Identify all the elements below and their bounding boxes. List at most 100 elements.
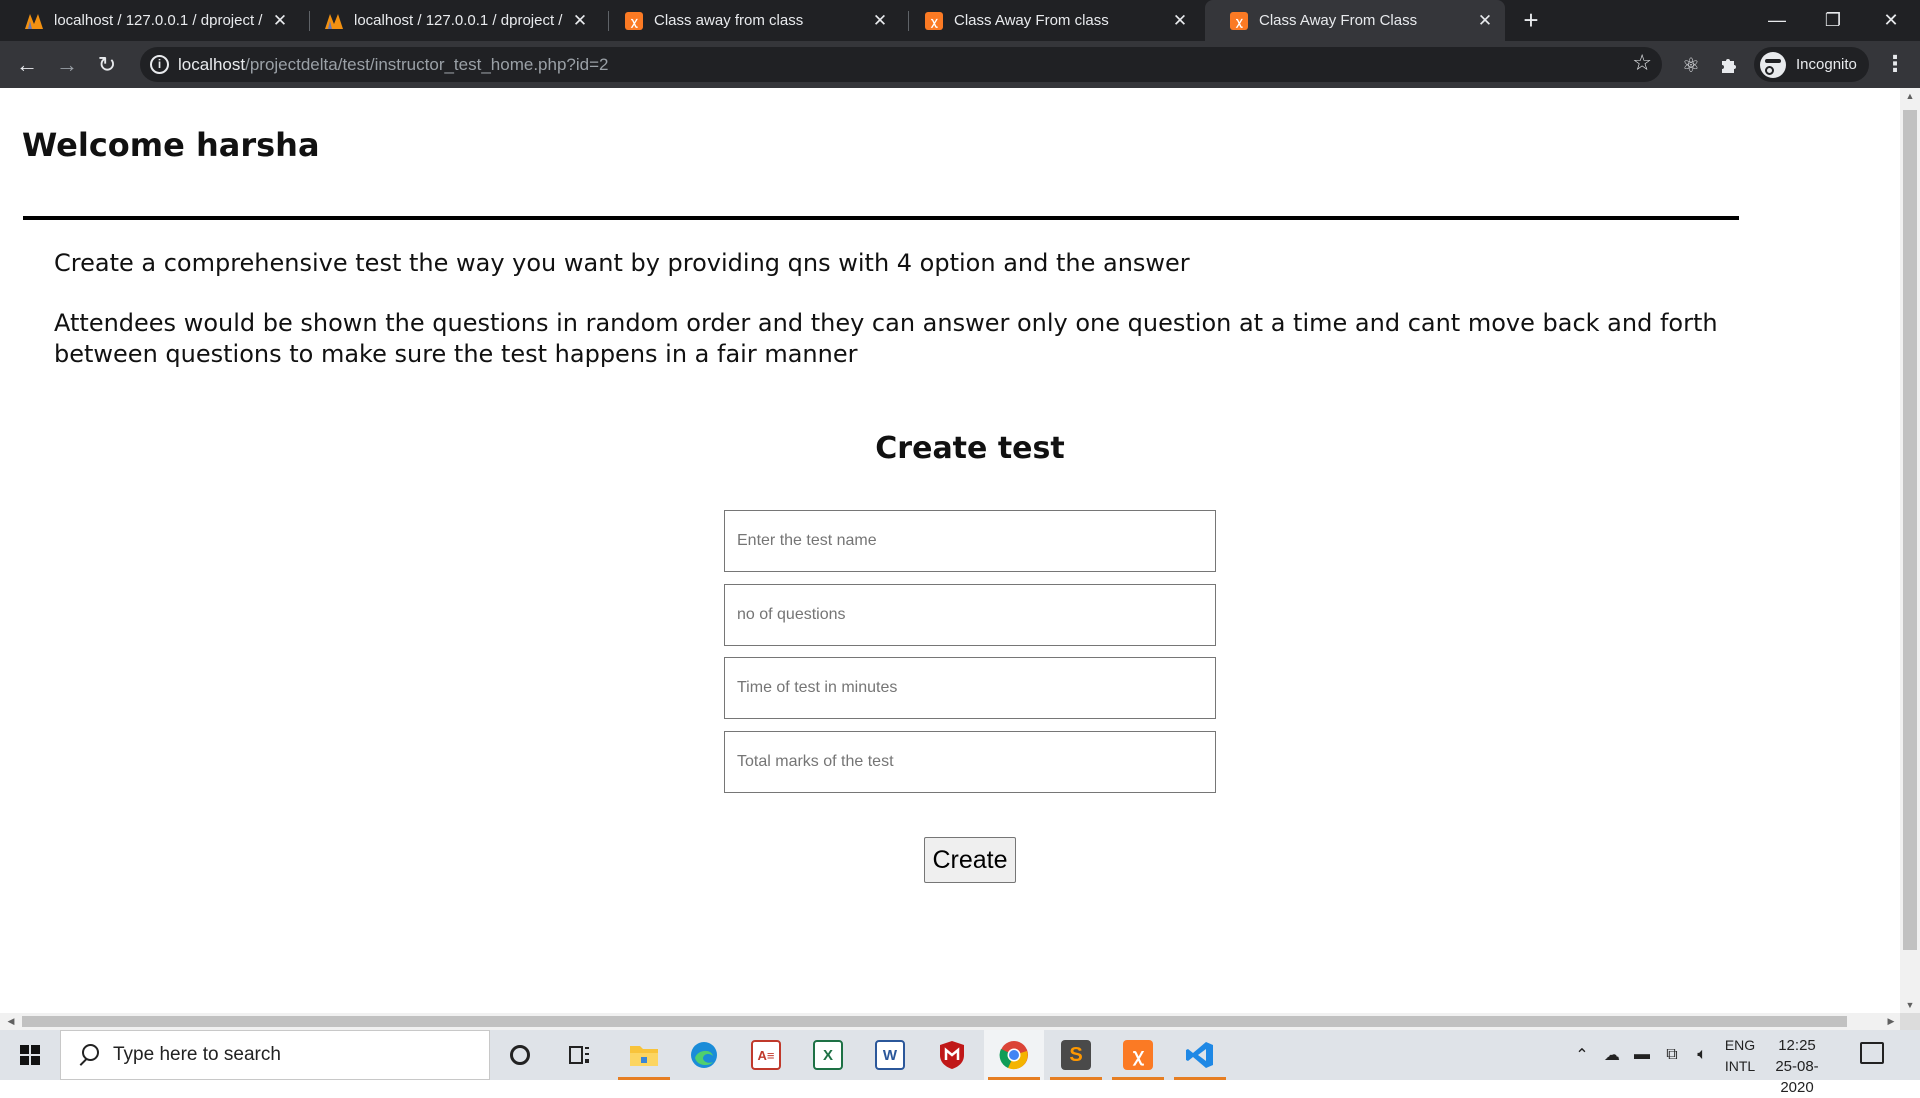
scroll-left-icon[interactable]: ◀ bbox=[2, 1013, 20, 1030]
browser-tab-strip: localhost / 127.0.0.1 / dproject / ✕ loc… bbox=[0, 0, 1920, 41]
xampp-icon: ꭓ bbox=[1123, 1040, 1153, 1070]
horizontal-scrollbar[interactable]: ◀ ▶ bbox=[0, 1013, 1900, 1030]
site-info-icon[interactable]: i bbox=[150, 55, 169, 74]
page-viewport: Welcome harsha Create a comprehensive te… bbox=[0, 88, 1900, 1013]
vscode-app[interactable] bbox=[1170, 1030, 1230, 1080]
scrollbar-corner bbox=[1900, 1013, 1920, 1030]
task-view-icon bbox=[569, 1046, 589, 1064]
browser-tab[interactable]: localhost / 127.0.0.1 / dproject / ✕ bbox=[300, 0, 600, 41]
cortana-button[interactable] bbox=[490, 1030, 550, 1080]
browser-menu-icon[interactable]: ⋮ bbox=[1884, 50, 1906, 80]
svg-text:ꭓ: ꭓ bbox=[1235, 16, 1243, 28]
new-tab-button[interactable]: + bbox=[1518, 7, 1544, 34]
reload-button[interactable]: ↻ bbox=[90, 48, 124, 82]
browser-tab[interactable]: ꭓ Class Away From class ✕ bbox=[900, 0, 1200, 41]
scroll-up-icon[interactable]: ▲ bbox=[1900, 88, 1920, 104]
language-code: ENG bbox=[1724, 1037, 1756, 1053]
access-icon: A≡ bbox=[751, 1040, 781, 1070]
bookmark-star-icon[interactable]: ☆ bbox=[1632, 50, 1652, 76]
keyboard-layout: INTL bbox=[1724, 1058, 1756, 1074]
tab-title: Class Away From class bbox=[954, 12, 1109, 29]
mcafee-app[interactable] bbox=[922, 1030, 982, 1080]
phpmyadmin-icon bbox=[324, 11, 344, 31]
close-tab-icon[interactable]: ✕ bbox=[570, 11, 590, 31]
create-button[interactable]: Create bbox=[924, 837, 1016, 883]
excel-app[interactable]: X bbox=[798, 1030, 858, 1080]
clock-date: 25-08-2020 bbox=[1775, 1058, 1819, 1096]
vscode-icon bbox=[1186, 1042, 1213, 1068]
restore-button[interactable]: ❐ bbox=[1806, 0, 1860, 41]
description-block: Create a comprehensive test the way you … bbox=[54, 248, 1744, 399]
react-devtools-icon[interactable]: ⚛ bbox=[1676, 50, 1706, 80]
edge-app[interactable] bbox=[674, 1030, 734, 1080]
cortana-icon bbox=[510, 1045, 530, 1065]
clock-time: 12:25 bbox=[1778, 1037, 1816, 1054]
num-questions-input[interactable] bbox=[724, 584, 1216, 646]
xampp-icon: ꭓ bbox=[1229, 11, 1249, 31]
close-tab-icon[interactable]: ✕ bbox=[270, 11, 290, 31]
address-bar[interactable]: i localhost/projectdelta/test/instructor… bbox=[140, 47, 1662, 82]
onedrive-error-icon[interactable]: ☁ bbox=[1598, 1030, 1626, 1080]
svg-text:ꭓ: ꭓ bbox=[630, 16, 638, 28]
browser-tab-active[interactable]: ꭓ Class Away From Class ✕ bbox=[1205, 0, 1505, 41]
sublime-text-app[interactable]: S bbox=[1046, 1030, 1106, 1080]
xampp-app[interactable]: ꭓ bbox=[1108, 1030, 1168, 1080]
horizontal-scroll-thumb[interactable] bbox=[22, 1016, 1847, 1027]
extensions-puzzle-icon[interactable] bbox=[1714, 50, 1744, 80]
url-host: localhost bbox=[178, 55, 246, 74]
tab-title: Class Away From Class bbox=[1259, 12, 1418, 29]
close-tab-icon[interactable]: ✕ bbox=[870, 11, 890, 31]
description-paragraph: Create a comprehensive test the way you … bbox=[54, 249, 1190, 277]
vertical-scrollbar[interactable]: ▲ ▼ bbox=[1900, 88, 1920, 1013]
browser-tab[interactable]: ꭓ Class away from class ✕ bbox=[600, 0, 900, 41]
total-marks-input[interactable] bbox=[724, 731, 1216, 793]
tab-title: localhost / 127.0.0.1 / dproject / bbox=[54, 12, 263, 29]
url-path: /projectdelta/test/instructor_test_home.… bbox=[245, 55, 609, 74]
show-hidden-icons-button[interactable]: ⌃ bbox=[1570, 1030, 1594, 1080]
divider-line bbox=[23, 216, 1739, 220]
incognito-profile-button[interactable]: Incognito bbox=[1754, 47, 1869, 82]
file-explorer-app[interactable] bbox=[614, 1030, 674, 1080]
close-tab-icon[interactable]: ✕ bbox=[1170, 11, 1190, 31]
network-icon[interactable]: ⧉ bbox=[1658, 1030, 1686, 1080]
vertical-scroll-thumb[interactable] bbox=[1903, 110, 1917, 950]
folder-icon bbox=[630, 1046, 658, 1066]
xampp-icon: ꭓ bbox=[624, 11, 644, 31]
task-view-button[interactable] bbox=[550, 1030, 610, 1080]
tab-title: localhost / 127.0.0.1 / dproject / bbox=[354, 12, 563, 29]
chrome-app[interactable] bbox=[984, 1030, 1044, 1080]
sublime-text-icon: S bbox=[1061, 1040, 1091, 1070]
access-app[interactable]: A≡ bbox=[736, 1030, 796, 1080]
windows-logo-icon bbox=[20, 1045, 40, 1065]
start-button[interactable] bbox=[0, 1030, 60, 1080]
taskbar-search-placeholder: Type here to search bbox=[113, 1044, 281, 1065]
word-app[interactable]: W bbox=[860, 1030, 920, 1080]
xampp-icon: ꭓ bbox=[924, 11, 944, 31]
system-clock[interactable]: 12:25 25-08-2020 bbox=[1760, 1035, 1834, 1098]
description-paragraph: Attendees would be shown the questions i… bbox=[54, 309, 1718, 368]
create-test-title: Create test bbox=[875, 431, 1065, 466]
incognito-label: Incognito bbox=[1796, 56, 1857, 73]
excel-icon: X bbox=[813, 1040, 843, 1070]
tab-title: Class away from class bbox=[654, 12, 804, 29]
url-text[interactable]: localhost/projectdelta/test/instructor_t… bbox=[178, 55, 608, 75]
volume-icon[interactable]: 🔈︎ bbox=[1688, 1030, 1716, 1080]
back-button[interactable]: ← bbox=[10, 48, 44, 82]
battery-icon[interactable]: ▬ bbox=[1628, 1030, 1656, 1080]
scroll-down-icon[interactable]: ▼ bbox=[1900, 997, 1920, 1013]
search-icon bbox=[77, 1044, 99, 1066]
forward-button[interactable]: → bbox=[50, 48, 84, 82]
scroll-right-icon[interactable]: ▶ bbox=[1882, 1013, 1900, 1030]
close-tab-icon[interactable]: ✕ bbox=[1475, 11, 1495, 31]
taskbar-search-box[interactable]: Type here to search bbox=[60, 1030, 490, 1080]
mcafee-shield-icon bbox=[940, 1041, 964, 1069]
browser-tab[interactable]: localhost / 127.0.0.1 / dproject / ✕ bbox=[0, 0, 300, 41]
language-indicator[interactable]: ENG INTL bbox=[1718, 1035, 1762, 1077]
close-window-button[interactable]: ✕ bbox=[1864, 0, 1918, 41]
word-icon: W bbox=[875, 1040, 905, 1070]
incognito-icon bbox=[1760, 51, 1786, 78]
minimize-button[interactable]: — bbox=[1750, 0, 1804, 41]
notification-center-icon[interactable] bbox=[1860, 1042, 1884, 1064]
test-time-input[interactable] bbox=[724, 657, 1216, 719]
test-name-input[interactable] bbox=[724, 510, 1216, 572]
